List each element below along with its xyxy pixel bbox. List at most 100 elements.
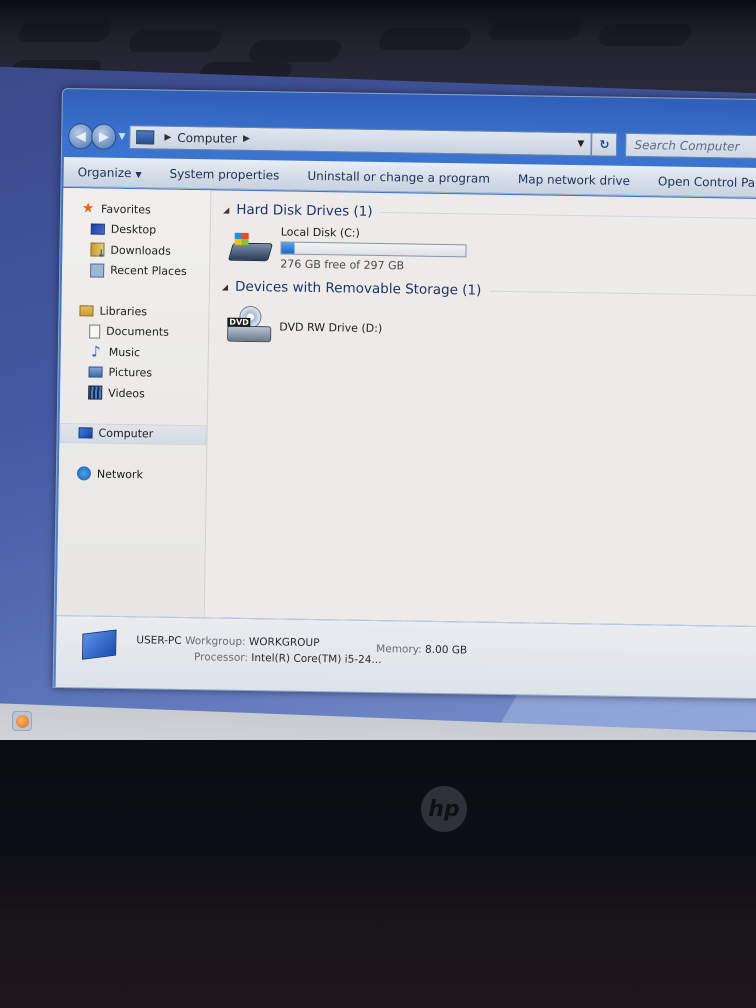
back-button[interactable]: ◀ [68,123,94,150]
media-player-taskbar-button[interactable] [12,711,32,731]
search-box[interactable] [625,132,756,160]
group-divider [489,290,756,296]
keyboard-key [125,30,225,52]
keyboard-key [245,40,345,62]
navigation-bar: ◀ ▶ ▼ ▶ Computer ▶ ▼ ↻ [68,119,756,164]
chevron-down-icon: ▼ [135,169,142,179]
computer-icon [136,130,155,145]
map-network-drive-button[interactable]: Map network drive [518,172,630,188]
address-bar[interactable]: ▶ Computer ▶ ▼ [129,125,593,157]
file-list-pane: ◢ Hard Disk Drives (1) Local Disk (C:) 2… [205,190,756,626]
pictures-icon [88,366,103,378]
collapse-triangle-icon[interactable]: ◢ [223,205,229,214]
sidebar-item-videos[interactable]: Videos [60,382,207,405]
group-title: Hard Disk Drives (1) [236,201,373,220]
sidebar-item-recent-places[interactable]: Recent Places [62,260,209,283]
group-header-removable-storage[interactable]: ◢ Devices with Removable Storage (1) [222,276,756,307]
hp-logo: hp [421,786,467,832]
group-title: Devices with Removable Storage (1) [234,278,482,299]
favorites-group: ★ Favorites Desktop Downloads Recent Pla… [62,198,210,282]
recent-places-icon [90,263,105,278]
memory-row: Memory: 8.00 GB [376,643,467,656]
open-control-panel-button[interactable]: Open Control Panel [658,174,756,190]
arrow-left-icon: ◀ [75,128,86,144]
libraries-group: Libraries Documents ♪ Music Pictures Vid… [60,300,209,405]
keyboard-key [485,18,585,40]
downloads-icon [90,242,105,257]
refresh-button[interactable]: ↻ [592,132,618,157]
workgroup-label: Workgroup: [184,635,246,648]
processor-value: Intel(R) Core(TM) i5-24... [251,652,382,667]
search-input[interactable] [634,138,756,155]
windows-logo-icon [234,232,249,245]
computer-icon [78,427,93,439]
computer-name-row: USER-PC Workgroup: WORKGROUP [136,634,319,649]
drive-name: DVD RW Drive (D:) [279,320,383,336]
sidebar-item-pictures[interactable]: Pictures [60,362,207,385]
sidebar-item-label: Pictures [108,366,153,380]
keyboard-key [595,24,695,46]
sidebar-item-libraries[interactable]: Libraries [61,300,208,323]
recent-pages-dropdown[interactable]: ▼ [118,132,125,142]
memory-label: Memory: [376,643,422,656]
media-player-icon [15,714,29,728]
music-note-icon: ♪ [90,342,101,361]
sidebar-item-label: Documents [106,324,169,339]
group-divider [380,211,756,219]
drive-usage-bar [280,241,467,258]
drive-free-space: 276 GB free of 297 GB [280,257,405,273]
hard-drive-icon [227,229,275,270]
dvd-badge: DVD [227,317,251,327]
forward-button[interactable]: ▶ [91,123,117,150]
sidebar-item-label: Videos [108,386,145,401]
memory-value: 8.00 GB [424,643,468,657]
star-icon: ★ [81,200,95,217]
system-properties-button[interactable]: System properties [169,166,279,182]
refresh-icon: ↻ [599,137,610,152]
sidebar-item-favorites[interactable]: ★ Favorites [63,198,210,221]
workgroup-value: WORKGROUP [248,636,320,650]
breadcrumb-computer[interactable]: Computer [177,131,237,146]
navigation-pane: ★ Favorites Desktop Downloads Recent Pla… [56,188,212,618]
organize-label: Organize [77,164,132,180]
sidebar-item-label: Recent Places [110,264,187,279]
content-area: ★ Favorites Desktop Downloads Recent Pla… [56,188,756,627]
sidebar-item-label: Network [96,467,143,482]
drive-name: Local Disk (C:) [280,225,360,240]
breadcrumb-separator-icon[interactable]: ▶ [243,134,250,144]
sidebar-item-computer[interactable]: Computer [59,422,207,446]
breadcrumb-separator-icon[interactable]: ▶ [164,133,171,143]
libraries-folder-icon [79,305,94,317]
videos-film-icon [88,385,103,400]
sidebar-item-label: Desktop [110,223,157,237]
sidebar-item-label: Favorites [101,202,151,217]
sidebar-item-documents[interactable]: Documents [61,321,208,344]
sidebar-item-downloads[interactable]: Downloads [62,239,209,262]
sidebar-item-label: Music [108,345,141,360]
document-icon [89,324,101,339]
sidebar-item-label: Libraries [99,304,148,319]
network-group: Network [59,463,206,486]
network-icon [76,466,92,481]
sidebar-item-music[interactable]: ♪ Music [61,341,208,364]
keyboard-key [15,20,115,42]
computer-name: USER-PC [136,634,182,647]
sidebar-item-label: Computer [98,426,154,441]
sidebar-item-network[interactable]: Network [59,463,206,486]
address-dropdown-button[interactable]: ▼ [571,133,592,156]
sidebar-item-desktop[interactable]: Desktop [63,219,210,242]
drive-usage-fill [281,242,295,254]
processor-label: Processor: [193,651,249,664]
computer-icon [82,629,117,660]
explorer-window: ◀ ▶ ▼ ▶ Computer ▶ ▼ ↻ Organize▼ System … [52,88,756,700]
uninstall-program-button[interactable]: Uninstall or change a program [307,168,490,185]
organize-button[interactable]: Organize ▼ [78,165,142,180]
drive-item-dvd-rw-d[interactable]: DVD DVD RW Drive (D:) [221,302,756,361]
drive-item-local-disk-c[interactable]: Local Disk (C:) 276 GB free of 297 GB [222,225,756,279]
details-pane: USER-PC Workgroup: WORKGROUP Processor: … [55,614,756,699]
dvd-drive-icon: DVD [227,305,274,353]
arrow-right-icon: ▶ [98,129,110,145]
collapse-triangle-icon[interactable]: ◢ [222,282,228,291]
group-header-hard-disk-drives[interactable]: ◢ Hard Disk Drives (1) [223,199,756,230]
laptop-bezel [0,740,756,1008]
